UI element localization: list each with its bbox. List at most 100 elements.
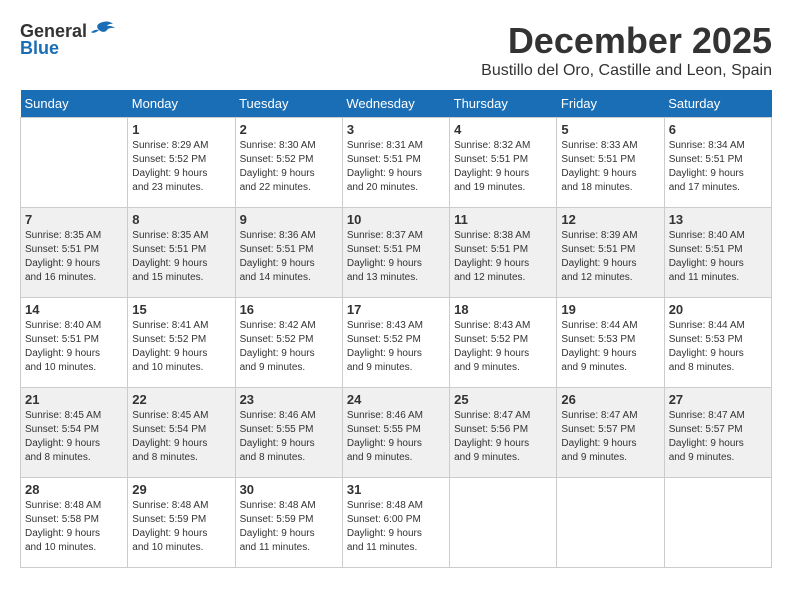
day-info: Sunrise: 8:43 AMSunset: 5:52 PMDaylight:… [347,319,445,375]
day-number: 15 [132,302,230,317]
table-row: 20 Sunrise: 8:44 AMSunset: 5:53 PMDaylig… [664,298,771,388]
day-info: Sunrise: 8:47 AMSunset: 5:57 PMDaylight:… [669,409,767,465]
day-info: Sunrise: 8:46 AMSunset: 5:55 PMDaylight:… [347,409,445,465]
calendar-week-row: 7 Sunrise: 8:35 AMSunset: 5:51 PMDayligh… [21,208,772,298]
table-row [450,478,557,568]
calendar-week-row: 1 Sunrise: 8:29 AMSunset: 5:52 PMDayligh… [21,118,772,208]
day-number: 20 [669,302,767,317]
day-number: 7 [25,212,123,227]
table-row: 22 Sunrise: 8:45 AMSunset: 5:54 PMDaylig… [128,388,235,478]
logo-blue: Blue [20,38,59,59]
day-info: Sunrise: 8:40 AMSunset: 5:51 PMDaylight:… [669,229,767,285]
table-row: 26 Sunrise: 8:47 AMSunset: 5:57 PMDaylig… [557,388,664,478]
table-row: 5 Sunrise: 8:33 AMSunset: 5:51 PMDayligh… [557,118,664,208]
day-number: 28 [25,482,123,497]
day-number: 24 [347,392,445,407]
calendar-week-row: 14 Sunrise: 8:40 AMSunset: 5:51 PMDaylig… [21,298,772,388]
table-row: 7 Sunrise: 8:35 AMSunset: 5:51 PMDayligh… [21,208,128,298]
day-number: 4 [454,122,552,137]
day-number: 16 [240,302,338,317]
day-number: 18 [454,302,552,317]
table-row: 17 Sunrise: 8:43 AMSunset: 5:52 PMDaylig… [342,298,449,388]
day-info: Sunrise: 8:41 AMSunset: 5:52 PMDaylight:… [132,319,230,375]
table-row: 15 Sunrise: 8:41 AMSunset: 5:52 PMDaylig… [128,298,235,388]
table-row [664,478,771,568]
table-row: 14 Sunrise: 8:40 AMSunset: 5:51 PMDaylig… [21,298,128,388]
table-row: 23 Sunrise: 8:46 AMSunset: 5:55 PMDaylig… [235,388,342,478]
table-row: 24 Sunrise: 8:46 AMSunset: 5:55 PMDaylig… [342,388,449,478]
table-row: 11 Sunrise: 8:38 AMSunset: 5:51 PMDaylig… [450,208,557,298]
day-number: 10 [347,212,445,227]
header-wednesday: Wednesday [342,90,449,118]
logo: General Blue [20,20,117,59]
table-row: 8 Sunrise: 8:35 AMSunset: 5:51 PMDayligh… [128,208,235,298]
calendar-header-row: Sunday Monday Tuesday Wednesday Thursday… [21,90,772,118]
day-number: 21 [25,392,123,407]
table-row: 1 Sunrise: 8:29 AMSunset: 5:52 PMDayligh… [128,118,235,208]
day-info: Sunrise: 8:44 AMSunset: 5:53 PMDaylight:… [669,319,767,375]
header-thursday: Thursday [450,90,557,118]
table-row: 28 Sunrise: 8:48 AMSunset: 5:58 PMDaylig… [21,478,128,568]
day-number: 11 [454,212,552,227]
day-info: Sunrise: 8:31 AMSunset: 5:51 PMDaylight:… [347,139,445,195]
table-row: 29 Sunrise: 8:48 AMSunset: 5:59 PMDaylig… [128,478,235,568]
day-info: Sunrise: 8:45 AMSunset: 5:54 PMDaylight:… [25,409,123,465]
table-row: 4 Sunrise: 8:32 AMSunset: 5:51 PMDayligh… [450,118,557,208]
day-info: Sunrise: 8:30 AMSunset: 5:52 PMDaylight:… [240,139,338,195]
day-number: 25 [454,392,552,407]
day-number: 30 [240,482,338,497]
day-number: 2 [240,122,338,137]
table-row: 2 Sunrise: 8:30 AMSunset: 5:52 PMDayligh… [235,118,342,208]
table-row: 6 Sunrise: 8:34 AMSunset: 5:51 PMDayligh… [664,118,771,208]
header-monday: Monday [128,90,235,118]
header-tuesday: Tuesday [235,90,342,118]
table-row: 19 Sunrise: 8:44 AMSunset: 5:53 PMDaylig… [557,298,664,388]
table-row: 10 Sunrise: 8:37 AMSunset: 5:51 PMDaylig… [342,208,449,298]
day-info: Sunrise: 8:40 AMSunset: 5:51 PMDaylight:… [25,319,123,375]
day-info: Sunrise: 8:43 AMSunset: 5:52 PMDaylight:… [454,319,552,375]
day-number: 19 [561,302,659,317]
day-info: Sunrise: 8:42 AMSunset: 5:52 PMDaylight:… [240,319,338,375]
header: General Blue December 2025 Bustillo del … [20,20,772,80]
header-friday: Friday [557,90,664,118]
day-info: Sunrise: 8:48 AMSunset: 6:00 PMDaylight:… [347,499,445,555]
calendar-week-row: 28 Sunrise: 8:48 AMSunset: 5:58 PMDaylig… [21,478,772,568]
day-info: Sunrise: 8:35 AMSunset: 5:51 PMDaylight:… [25,229,123,285]
day-number: 6 [669,122,767,137]
day-number: 17 [347,302,445,317]
table-row: 12 Sunrise: 8:39 AMSunset: 5:51 PMDaylig… [557,208,664,298]
day-info: Sunrise: 8:47 AMSunset: 5:56 PMDaylight:… [454,409,552,465]
table-row: 30 Sunrise: 8:48 AMSunset: 5:59 PMDaylig… [235,478,342,568]
day-info: Sunrise: 8:47 AMSunset: 5:57 PMDaylight:… [561,409,659,465]
day-number: 5 [561,122,659,137]
day-number: 1 [132,122,230,137]
header-sunday: Sunday [21,90,128,118]
day-info: Sunrise: 8:38 AMSunset: 5:51 PMDaylight:… [454,229,552,285]
table-row: 18 Sunrise: 8:43 AMSunset: 5:52 PMDaylig… [450,298,557,388]
table-row: 13 Sunrise: 8:40 AMSunset: 5:51 PMDaylig… [664,208,771,298]
table-row: 16 Sunrise: 8:42 AMSunset: 5:52 PMDaylig… [235,298,342,388]
day-info: Sunrise: 8:44 AMSunset: 5:53 PMDaylight:… [561,319,659,375]
day-number: 9 [240,212,338,227]
day-number: 22 [132,392,230,407]
day-info: Sunrise: 8:39 AMSunset: 5:51 PMDaylight:… [561,229,659,285]
day-info: Sunrise: 8:46 AMSunset: 5:55 PMDaylight:… [240,409,338,465]
day-number: 23 [240,392,338,407]
day-number: 14 [25,302,123,317]
location-title: Bustillo del Oro, Castille and Leon, Spa… [481,62,772,80]
table-row: 31 Sunrise: 8:48 AMSunset: 6:00 PMDaylig… [342,478,449,568]
table-row [21,118,128,208]
day-info: Sunrise: 8:37 AMSunset: 5:51 PMDaylight:… [347,229,445,285]
day-info: Sunrise: 8:29 AMSunset: 5:52 PMDaylight:… [132,139,230,195]
day-info: Sunrise: 8:48 AMSunset: 5:59 PMDaylight:… [132,499,230,555]
month-title: December 2025 [481,20,772,62]
header-saturday: Saturday [664,90,771,118]
day-info: Sunrise: 8:48 AMSunset: 5:58 PMDaylight:… [25,499,123,555]
day-info: Sunrise: 8:34 AMSunset: 5:51 PMDaylight:… [669,139,767,195]
day-info: Sunrise: 8:33 AMSunset: 5:51 PMDaylight:… [561,139,659,195]
title-section: December 2025 Bustillo del Oro, Castille… [481,20,772,80]
day-info: Sunrise: 8:35 AMSunset: 5:51 PMDaylight:… [132,229,230,285]
table-row [557,478,664,568]
table-row: 27 Sunrise: 8:47 AMSunset: 5:57 PMDaylig… [664,388,771,478]
table-row: 25 Sunrise: 8:47 AMSunset: 5:56 PMDaylig… [450,388,557,478]
